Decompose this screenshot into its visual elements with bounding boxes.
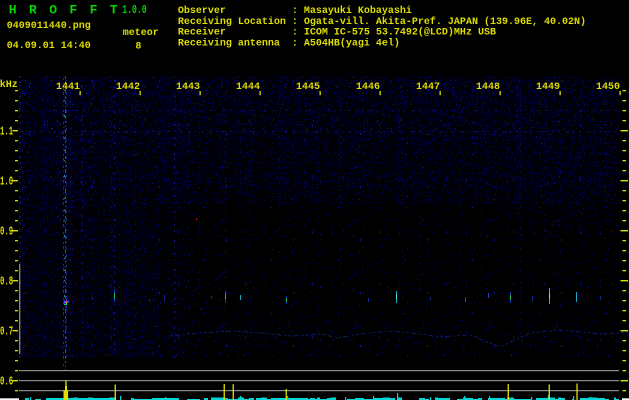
svg-text:1441: 1441 (56, 82, 80, 93)
svg-text:0409011440.png: 0409011440.png (7, 21, 91, 32)
svg-text:Observer : Masayuki: Observer : Masayuki Kobayashi (178, 5, 412, 17)
svg-text:0.6: 0.6 (0, 375, 13, 388)
svg-text:1447: 1447 (416, 82, 440, 93)
svg-text:1448: 1448 (476, 82, 500, 93)
svg-text:Receiving Location : Ogata-vil: Receiving Location : Ogata-vill. Akita-P… (178, 16, 586, 28)
svg-text:0.8: 0.8 (0, 275, 13, 288)
svg-text:kHz: kHz (0, 79, 18, 91)
svg-text:1445: 1445 (296, 82, 320, 93)
svg-text:1444: 1444 (236, 82, 260, 93)
svg-text:1442: 1442 (116, 82, 140, 93)
svg-text:1.1: 1.1 (0, 125, 13, 138)
svg-text:Receiver : ICOM IC-5: Receiver : ICOM IC-575 53.7492(@LCD)MHz … (178, 27, 496, 39)
svg-text:1.0.0: 1.0.0 (122, 4, 146, 18)
svg-text:8: 8 (135, 41, 141, 52)
svg-text:Receiving antenna : A504HB(ya: Receiving antenna : A504HB(yagi 4el) (178, 38, 400, 50)
svg-text:H R O F F T: H R O F F T (9, 3, 120, 18)
svg-text:04.09.01 14:40: 04.09.01 14:40 (7, 41, 91, 52)
svg-text:1449: 1449 (536, 82, 560, 93)
svg-text:0.7: 0.7 (0, 325, 13, 338)
svg-text:1446: 1446 (356, 82, 380, 93)
svg-text:0.9: 0.9 (0, 225, 13, 238)
svg-text:1443: 1443 (176, 82, 200, 93)
svg-text:1450: 1450 (596, 82, 620, 93)
svg-text:meteor: meteor (123, 28, 159, 39)
svg-text:1.0: 1.0 (0, 175, 13, 188)
